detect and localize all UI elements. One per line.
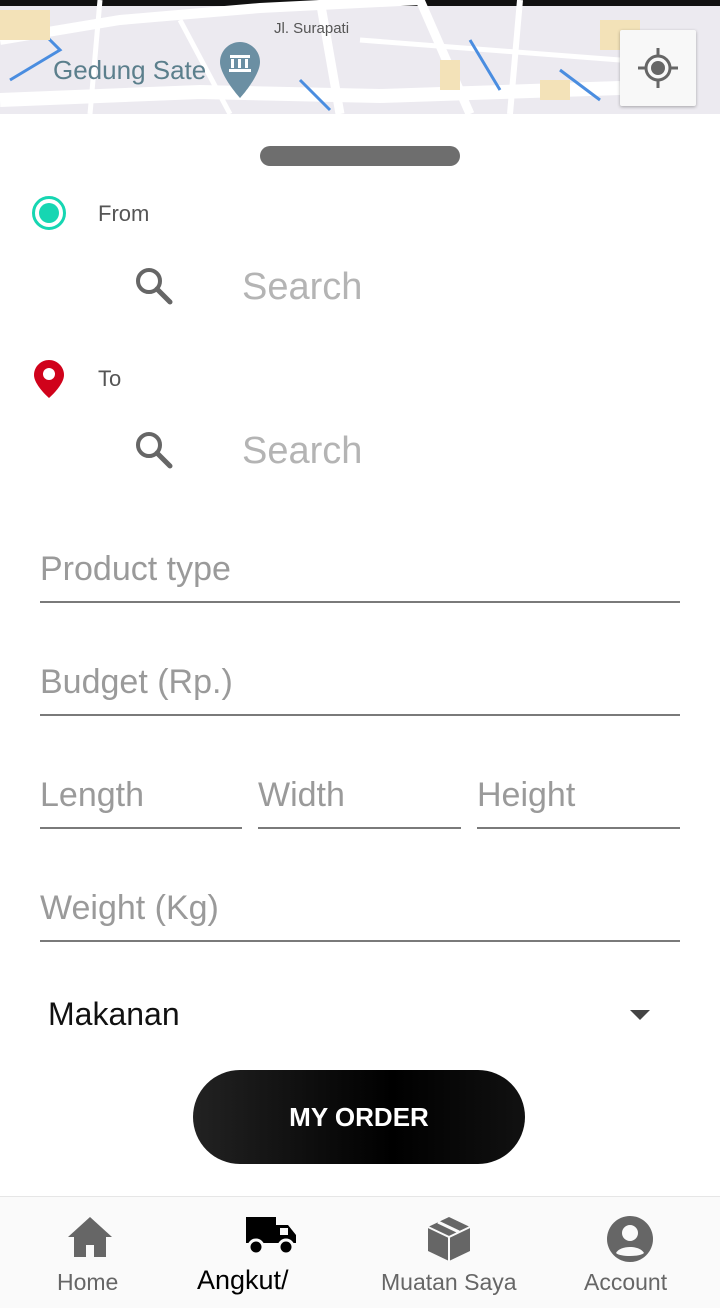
search-icon[interactable] (134, 430, 174, 470)
width-field[interactable]: Width (258, 766, 461, 829)
map-view[interactable]: Jl. Surapati Gedung Sate (0, 0, 720, 114)
category-selected-value: Makanan (48, 996, 180, 1032)
from-label: From (98, 201, 150, 226)
nav-label-account: Account (584, 1269, 668, 1295)
truck-icon (246, 1217, 296, 1256)
account-icon (607, 1216, 653, 1262)
nav-item-account[interactable]: Account (540, 1197, 720, 1308)
nav-item-angkut[interactable]: Angkut/ (180, 1197, 360, 1308)
my-order-button[interactable]: MY ORDER (193, 1070, 525, 1164)
home-icon (68, 1217, 112, 1257)
height-placeholder: Height (477, 776, 576, 814)
length-placeholder: Length (40, 776, 144, 814)
nav-label-muatan-saya: Muatan Saya (381, 1269, 517, 1295)
budget-placeholder: Budget (Rp.) (40, 663, 233, 701)
to-label: To (98, 366, 122, 391)
width-placeholder: Width (258, 776, 345, 814)
category-select[interactable]: Makanan (40, 990, 680, 1042)
museum-pin-icon[interactable] (220, 42, 260, 98)
origin-radio-icon (32, 196, 66, 230)
height-field[interactable]: Height (477, 766, 680, 829)
from-search-input[interactable]: Search (242, 266, 362, 309)
nav-item-muatan-saya[interactable]: Muatan Saya (360, 1197, 540, 1308)
product-type-field[interactable]: Product type (40, 540, 680, 603)
location-pin-icon (34, 360, 64, 398)
product-type-placeholder: Product type (40, 550, 231, 588)
nav-label-angkut: Angkut/ (197, 1265, 289, 1295)
street-label: Jl. Surapati (274, 20, 350, 37)
weight-placeholder: Weight (Kg) (40, 889, 219, 927)
sheet-drag-handle[interactable] (260, 146, 460, 166)
to-search-input[interactable]: Search (242, 430, 362, 473)
search-icon[interactable] (134, 266, 174, 306)
dropdown-arrow-icon (630, 1010, 650, 1020)
package-icon (427, 1217, 471, 1261)
length-field[interactable]: Length (40, 766, 242, 829)
nav-label-home: Home (57, 1269, 119, 1295)
bottom-navigation: Home Angkut/ Muatan Saya Account (0, 1196, 720, 1308)
budget-field[interactable]: Budget (Rp.) (40, 653, 680, 716)
my-location-button[interactable] (620, 30, 696, 106)
weight-field[interactable]: Weight (Kg) (40, 879, 680, 942)
place-label: Gedung Sate (53, 55, 207, 85)
nav-item-home[interactable]: Home (0, 1197, 180, 1308)
my-location-icon (638, 48, 678, 88)
